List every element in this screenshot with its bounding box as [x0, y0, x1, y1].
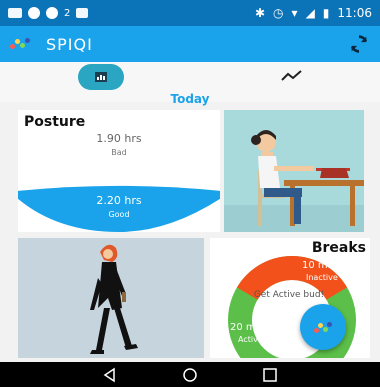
- posture-bad-hours: 1.90 hrs: [96, 132, 142, 145]
- tab-daily-chart[interactable]: [78, 64, 124, 90]
- breaks-active-minutes: 20 mins: [230, 322, 270, 333]
- wifi-icon: ▾: [291, 6, 298, 20]
- bar-chart-icon: [95, 72, 107, 82]
- alarm-icon: ◷: [273, 6, 284, 20]
- posture-good-label: Good: [108, 210, 130, 219]
- nfc-icon: [8, 8, 22, 18]
- woman-at-desk-image: [224, 110, 364, 232]
- settings-icon: [28, 7, 40, 19]
- app-logo-icon: [10, 37, 32, 51]
- status-bar: 2 ✱ ◷ ▾ ◢ ▮ 11:06: [0, 0, 380, 26]
- status-time: 11:06: [337, 6, 372, 20]
- posture-message: Doing good aye!: [81, 170, 157, 180]
- sync-icon[interactable]: [348, 33, 370, 55]
- app-title: SPIQI: [46, 34, 93, 54]
- status-right-icons: ✱ ◷ ▾ ◢ ▮ 11:06: [255, 6, 372, 20]
- posture-card[interactable]: Posture 1.90 hrs Bad Doing good aye! 2.2…: [18, 110, 220, 232]
- trending-icon[interactable]: [281, 69, 303, 83]
- posture-title: Posture: [24, 114, 86, 130]
- posture-good-hours: 2.20 hrs: [96, 194, 142, 207]
- breaks-title: Breaks: [311, 240, 366, 256]
- floating-action-button[interactable]: [300, 304, 346, 350]
- system-nav-bar: [0, 362, 380, 387]
- breaks-inactive-minutes: 10 mins: [302, 260, 342, 271]
- home-icon[interactable]: [182, 367, 198, 383]
- status-left-icons: 2: [8, 7, 89, 19]
- n-icon: [76, 8, 89, 18]
- breaks-center-message: Get Active bud!: [253, 290, 325, 300]
- cloud-icon: [46, 7, 58, 19]
- walking-illustration: [18, 238, 204, 358]
- app-bar: SPIQI: [0, 26, 380, 62]
- breaks-active-label: Active: [238, 335, 263, 344]
- battery-icon: ▮: [322, 6, 330, 20]
- app-logo-icon: [314, 322, 332, 334]
- desk-illustration: [224, 110, 364, 232]
- data-speed-icon: 2: [64, 7, 71, 19]
- posture-good-gauge: [18, 185, 220, 232]
- recents-icon[interactable]: [262, 367, 278, 383]
- bluetooth-icon: ✱: [254, 6, 266, 20]
- today-label: Today: [170, 92, 210, 106]
- woman-walking-image: [18, 238, 204, 358]
- signal-icon: ◢: [305, 6, 315, 20]
- back-icon[interactable]: [102, 367, 118, 383]
- breaks-inactive-label: Inactive: [306, 273, 338, 282]
- breaks-card[interactable]: Breaks 10 mins Inactive Get Active bud! …: [210, 238, 370, 358]
